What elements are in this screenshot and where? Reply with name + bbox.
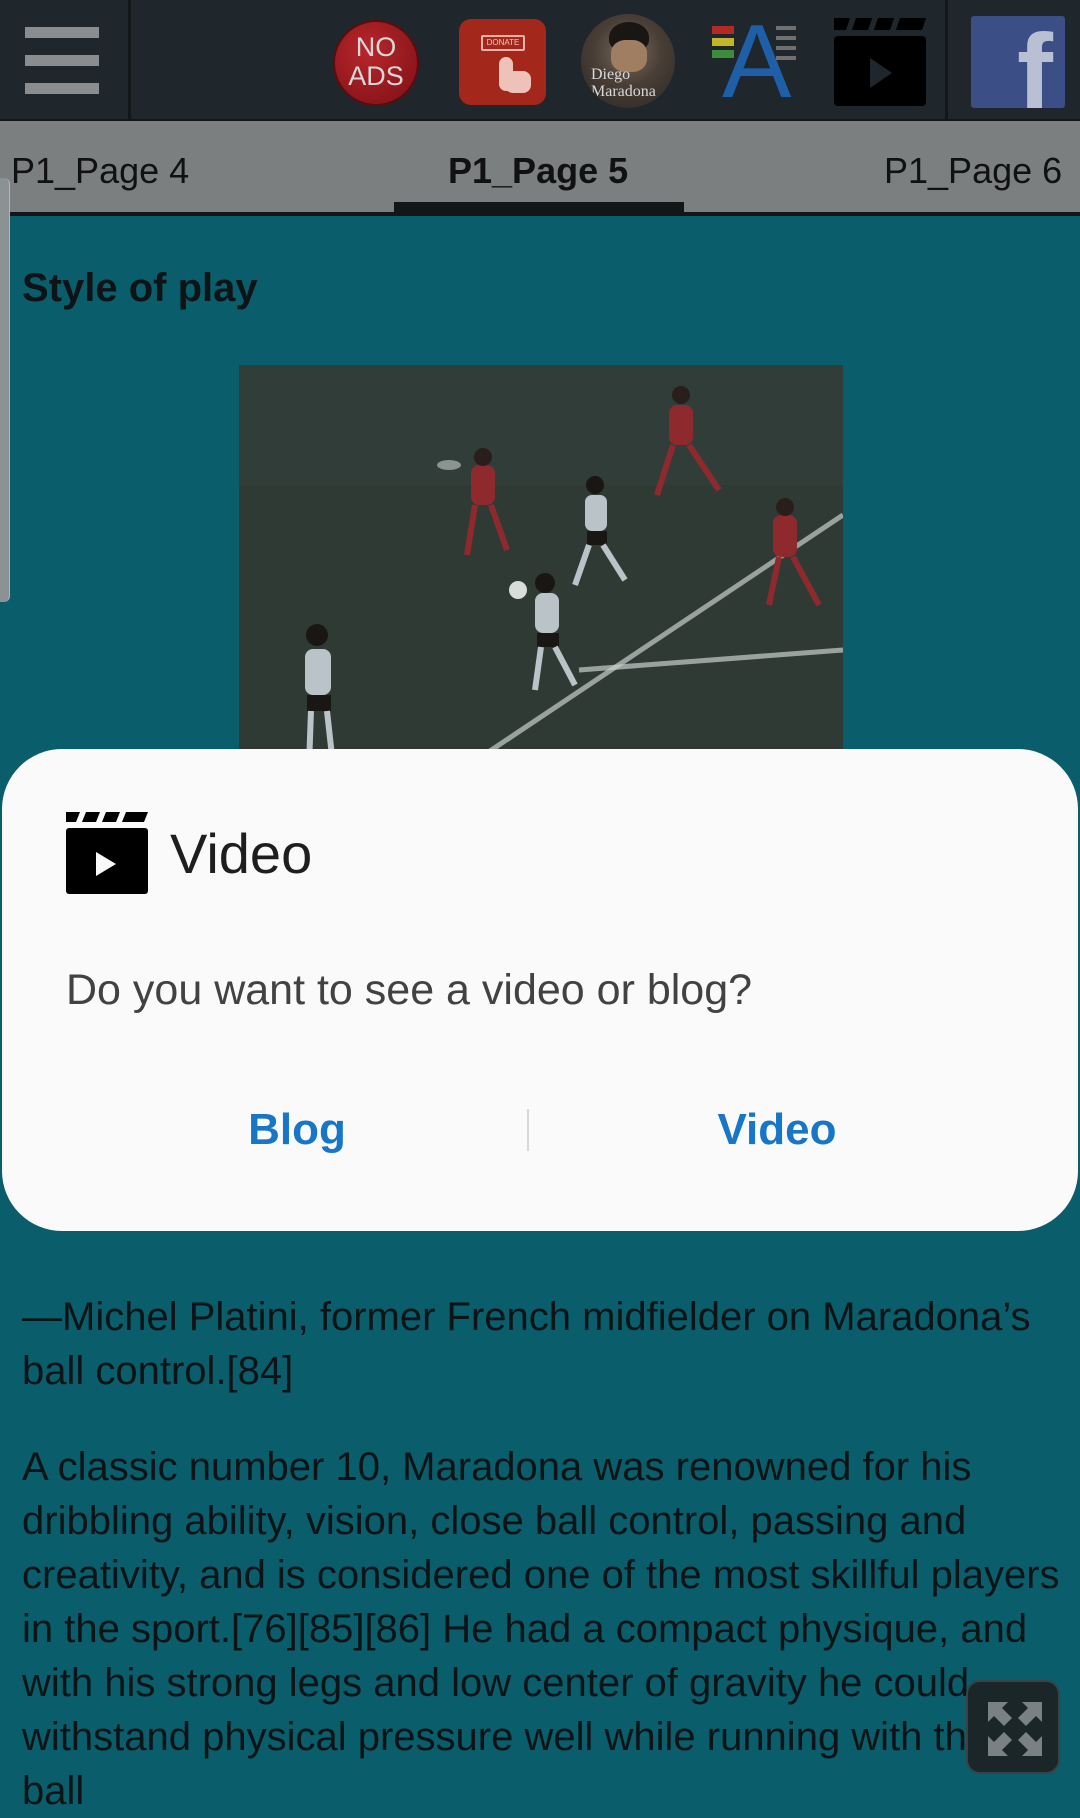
video-button[interactable]: Video: [667, 1103, 887, 1157]
blog-button[interactable]: Blog: [202, 1103, 392, 1157]
avatar-caption-line2: Maradona: [591, 83, 656, 100]
section-heading: Style of play: [22, 266, 258, 310]
dialog-title: Video: [170, 822, 313, 885]
hamburger-menu-icon[interactable]: [0, 0, 131, 121]
video-or-blog-dialog: Video Do you want to see a video or blog…: [2, 749, 1078, 1231]
tab-page-6[interactable]: P1_Page 6: [884, 151, 1062, 191]
tab-page-5[interactable]: P1_Page 5: [448, 151, 628, 191]
avatar-caption-line1: Diego: [591, 66, 631, 83]
no-ads-line1: NO: [355, 32, 397, 62]
no-ads-button[interactable]: NO ADS: [333, 20, 419, 106]
top-toolbar: NO ADS DONATE Diego Maradona A f: [0, 0, 1080, 121]
donate-label: DONATE: [481, 35, 525, 51]
article-photo: [239, 365, 843, 765]
button-divider: [527, 1109, 529, 1151]
quote-attribution: —Michel Platini, former French midfielde…: [22, 1295, 1031, 1393]
font-size-icon[interactable]: A: [708, 10, 796, 114]
tab-page-4[interactable]: P1_Page 4: [11, 151, 189, 191]
clapperboard-icon[interactable]: [832, 16, 928, 108]
facebook-icon[interactable]: f: [971, 16, 1065, 108]
maradona-avatar-button[interactable]: Diego Maradona: [581, 14, 675, 108]
fullscreen-expand-icon[interactable]: [966, 1680, 1060, 1774]
dialog-message: Do you want to see a video or blog?: [66, 966, 753, 1014]
donate-button[interactable]: DONATE: [459, 19, 546, 105]
no-ads-line2: ADS: [348, 61, 404, 91]
article-paragraph: A classic number 10, Maradona was renown…: [22, 1445, 1060, 1813]
page-tabs: P1_Page 4 P1_Page 5 P1_Page 6: [0, 121, 1080, 216]
active-tab-indicator: [394, 202, 684, 212]
clapperboard-icon: [64, 810, 150, 896]
